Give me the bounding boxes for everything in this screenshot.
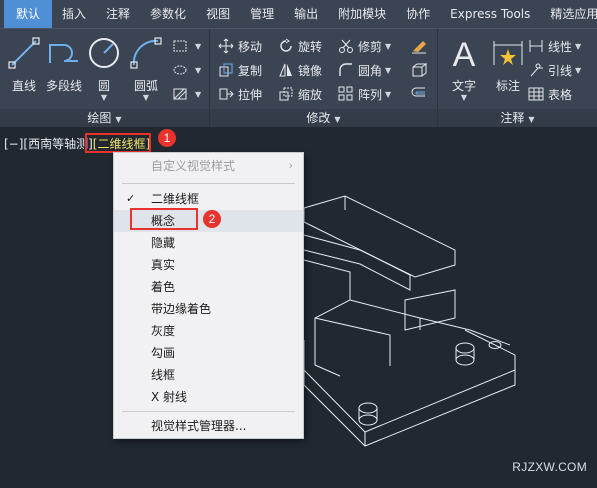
menu-item-hidden[interactable]: 隐藏 (114, 232, 303, 254)
menu-item-shades-of-gray[interactable]: 灰度 (114, 320, 303, 342)
visual-style-menu: 自定义视觉样式 › ✓ 二维线框 概念 隐藏 真实 着色 带边缘着色 灰度 勾画 线… (113, 152, 304, 439)
menu-item-visual-style-manager[interactable]: 视觉样式管理器... (114, 415, 303, 437)
callout-box-conceptual (130, 208, 198, 230)
menu-item-wireframe[interactable]: 线框 (114, 364, 303, 386)
menu-item-2d-wireframe[interactable]: ✓ 二维线框 (114, 188, 303, 210)
checkmark-icon: ✓ (126, 192, 136, 205)
callout-badge-2: 2 (203, 210, 221, 228)
menu-item-shaded-with-edges[interactable]: 带边缘着色 (114, 298, 303, 320)
menu-item-x-ray[interactable]: X 射线 (114, 386, 303, 408)
callout-badge-1: 1 (158, 129, 176, 147)
watermark-text: RJZXW.COM (512, 460, 587, 474)
menu-item-realistic[interactable]: 真实 (114, 254, 303, 276)
menu-separator (122, 411, 295, 412)
menu-item-custom-visual-style[interactable]: 自定义视觉样式 › (114, 155, 303, 177)
menu-item-sketchy[interactable]: 勾画 (114, 342, 303, 364)
submenu-arrow-icon: › (288, 159, 293, 172)
menu-item-shaded[interactable]: 着色 (114, 276, 303, 298)
viewport-view-control[interactable]: [−][西南等轴测] (4, 135, 93, 152)
callout-box-visual-style (85, 133, 151, 153)
menu-separator (122, 183, 295, 184)
